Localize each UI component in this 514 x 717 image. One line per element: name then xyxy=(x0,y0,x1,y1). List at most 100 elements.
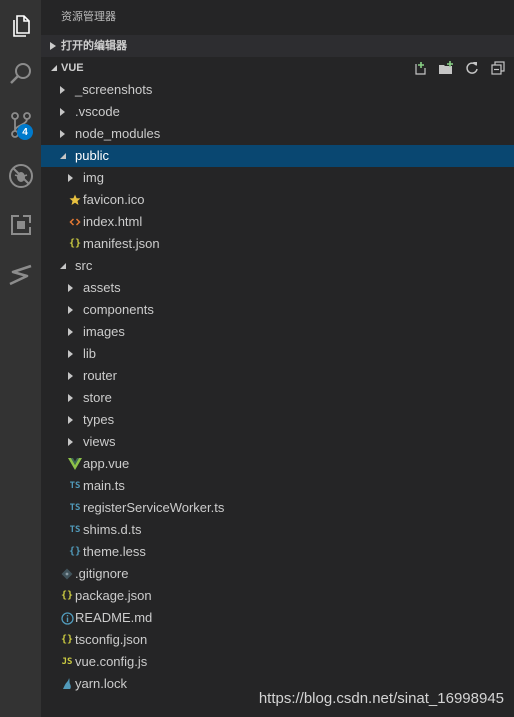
tree-item-label: src xyxy=(75,258,93,273)
file-row[interactable]: JS vue.config.js xyxy=(41,651,514,673)
ts-icon: TS xyxy=(69,503,81,513)
remote-s-icon[interactable] xyxy=(0,255,41,295)
explorer-files-icon[interactable] xyxy=(0,6,41,46)
open-editors-label: 打开的编辑器 xyxy=(61,40,127,52)
sidebar-title: 资源管理器 xyxy=(61,11,116,23)
file-row[interactable]: {} manifest.json xyxy=(41,233,514,255)
file-row[interactable]: index.html xyxy=(41,211,514,233)
chevron-right-icon[interactable] xyxy=(65,365,75,387)
folder-row[interactable]: router xyxy=(41,365,514,387)
js-icon: JS xyxy=(61,657,73,667)
chevron-right-icon[interactable] xyxy=(65,299,75,321)
tree-item-label: img xyxy=(83,170,104,185)
chevron-right-icon[interactable] xyxy=(65,409,75,431)
section-actions xyxy=(412,57,506,79)
chevron-right-icon[interactable] xyxy=(57,123,67,145)
folder-row[interactable]: assets xyxy=(41,277,514,299)
new-file-icon[interactable] xyxy=(412,60,428,76)
folder-row[interactable]: node_modules xyxy=(41,123,514,145)
folder-row[interactable]: public xyxy=(41,145,514,167)
less-icon: {} xyxy=(68,546,82,557)
file-row[interactable]: TS shims.d.ts xyxy=(41,519,514,541)
tree-item-label: yarn.lock xyxy=(75,676,128,691)
file-row[interactable]: favicon.ico xyxy=(41,189,514,211)
tree-item-label: main.ts xyxy=(83,478,125,493)
tree-item-label: package.json xyxy=(75,588,152,603)
tree-item-label: .vscode xyxy=(75,104,120,119)
search-icon[interactable] xyxy=(0,54,41,94)
tree-item-label: node_modules xyxy=(75,126,161,141)
chevron-right-icon[interactable] xyxy=(65,387,75,409)
watermark: https://blog.csdn.net/sinat_16998945 xyxy=(258,690,504,707)
debug-icon[interactable] xyxy=(0,156,41,196)
json-icon: {} xyxy=(60,590,74,601)
vue-icon xyxy=(68,453,82,475)
file-tree: _screenshots .vscode node_modulespublic img… xyxy=(41,79,514,695)
tree-item-label: vue.config.js xyxy=(75,654,148,669)
tree-item-label: views xyxy=(83,434,116,449)
folder-row[interactable]: components xyxy=(41,299,514,321)
chevron-right-icon[interactable] xyxy=(65,277,75,299)
extensions-icon[interactable] xyxy=(0,205,41,245)
tree-item-label: store xyxy=(83,390,112,405)
folder-row[interactable]: src xyxy=(41,255,514,277)
refresh-icon[interactable] xyxy=(464,60,480,76)
folder-label: VUE xyxy=(61,62,84,74)
info-icon xyxy=(60,607,74,629)
folder-row[interactable]: images xyxy=(41,321,514,343)
chevron-right-icon[interactable] xyxy=(65,431,75,453)
folder-header-vue[interactable]: VUE xyxy=(41,57,514,79)
folder-row[interactable]: _screenshots xyxy=(41,79,514,101)
tree-item-label: shims.d.ts xyxy=(83,522,142,537)
activity-bar: 4 xyxy=(0,0,41,717)
tree-item-label: images xyxy=(83,324,125,339)
chevron-down-icon xyxy=(48,57,58,79)
tree-item-label: registerServiceWorker.ts xyxy=(83,500,225,515)
file-row[interactable]: {} package.json xyxy=(41,585,514,607)
file-row[interactable]: {} tsconfig.json xyxy=(41,629,514,651)
folder-row[interactable]: views xyxy=(41,431,514,453)
tree-item-label: tsconfig.json xyxy=(75,632,148,647)
tree-item-label: lib xyxy=(83,346,97,361)
tree-item-label: README.md xyxy=(75,610,153,625)
chevron-right-icon[interactable] xyxy=(57,79,67,101)
html-icon xyxy=(68,211,82,233)
chevron-right-icon xyxy=(48,35,58,57)
folder-row[interactable]: lib xyxy=(41,343,514,365)
new-folder-icon[interactable] xyxy=(438,60,454,76)
tree-item-label: theme.less xyxy=(83,544,146,559)
git-icon xyxy=(60,563,74,585)
tree-item-label: app.vue xyxy=(83,456,130,471)
chevron-right-icon[interactable] xyxy=(65,167,75,189)
tree-item-label: .gitignore xyxy=(75,566,129,581)
chevron-right-icon[interactable] xyxy=(57,101,67,123)
tree-item-label: types xyxy=(83,412,115,427)
chevron-down-icon[interactable] xyxy=(57,255,67,277)
file-row[interactable]: {} theme.less xyxy=(41,541,514,563)
folder-row[interactable]: types xyxy=(41,409,514,431)
folder-row[interactable]: img xyxy=(41,167,514,189)
folder-row[interactable]: .vscode xyxy=(41,101,514,123)
chevron-down-icon[interactable] xyxy=(57,145,67,167)
chevron-right-icon[interactable] xyxy=(65,343,75,365)
file-row[interactable]: app.vue xyxy=(41,453,514,475)
tree-item-label: router xyxy=(83,368,117,383)
tree-item-label: components xyxy=(83,302,154,317)
chevron-right-icon[interactable] xyxy=(65,321,75,343)
file-row[interactable]: TS main.ts xyxy=(41,475,514,497)
tree-item-label: manifest.json xyxy=(83,236,160,251)
open-editors-header[interactable]: 打开的编辑器 xyxy=(41,35,514,57)
ts-icon: TS xyxy=(69,481,81,491)
collapse-all-icon[interactable] xyxy=(490,60,506,76)
folder-row[interactable]: store xyxy=(41,387,514,409)
json-icon: {} xyxy=(60,634,74,645)
file-row[interactable]: .gitignore xyxy=(41,563,514,585)
tree-item-label: favicon.ico xyxy=(83,192,145,207)
yarn-icon xyxy=(60,673,74,695)
tree-item-label: public xyxy=(75,148,109,163)
file-row[interactable]: README.md xyxy=(41,607,514,629)
file-row[interactable]: TS registerServiceWorker.ts xyxy=(41,497,514,519)
tree-item-label: index.html xyxy=(83,214,143,229)
source-control-badge: 4 xyxy=(17,124,33,140)
explorer-sidebar: 资源管理器 打开的编辑器 VUE _screenshots .vscode no… xyxy=(41,0,514,717)
